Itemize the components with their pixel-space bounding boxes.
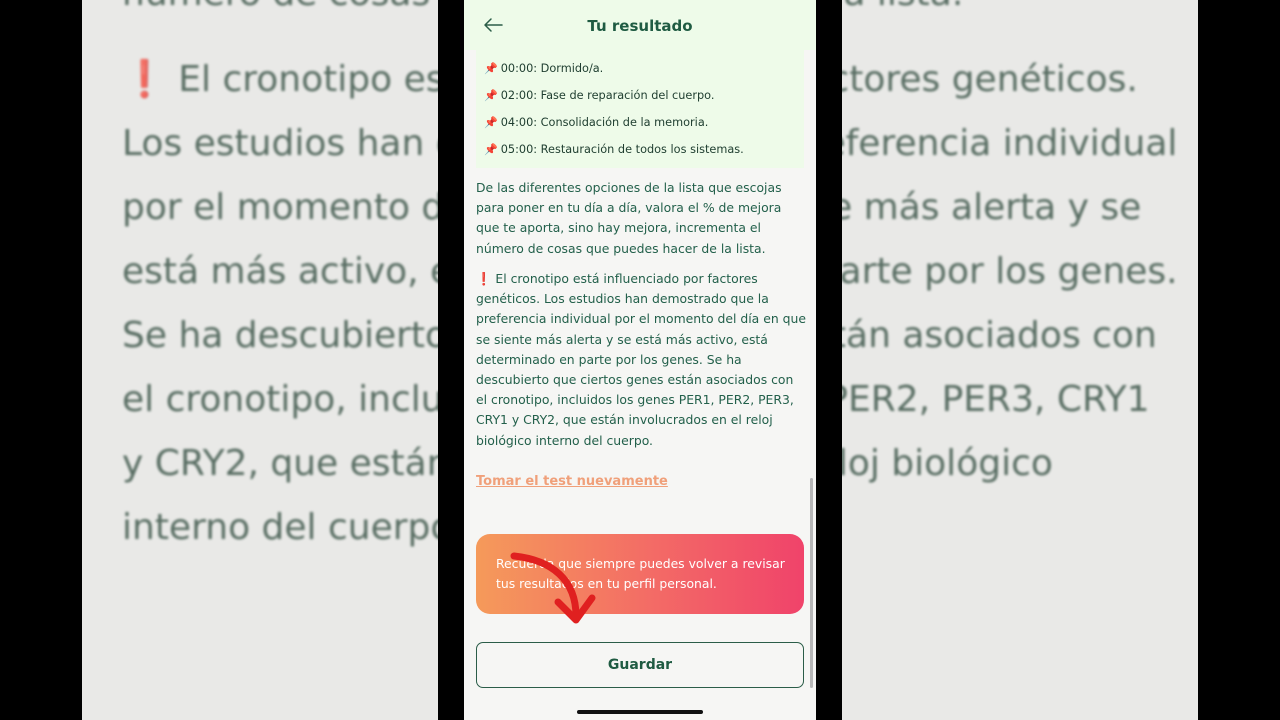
curved-arrow-icon [510,552,596,624]
pushpin-icon: 📌 [484,62,498,75]
phone-frame: Tu resultado 📌 00:00: Dormido/a. 📌 02:00: … [438,0,842,720]
save-button[interactable]: Guardar [476,642,804,688]
retake-test-link[interactable]: Tomar el test nuevamente [476,474,668,489]
page-title: Tu resultado [587,17,693,35]
reminder-banner: Recuerda que siempre puedes volver a rev… [476,534,804,624]
home-indicator[interactable] [577,710,703,714]
chronotype-paragraph: ❗ El cronotipo está influenciado por fac… [476,269,806,451]
chronotype-paragraph-text: El cronotipo está influenciado por facto… [476,271,806,448]
pushpin-icon: 📌 [484,116,498,129]
app-screen: Tu resultado 📌 00:00: Dormido/a. 📌 02:00: … [464,0,816,720]
pushpin-icon: 📌 [484,143,498,156]
exclamation-icon: ❗ [476,271,492,286]
exclamation-icon: ❗ [122,59,167,100]
schedule-list: 📌 00:00: Dormido/a. 📌 02:00: Fase de repar… [476,50,804,168]
schedule-item: 📌 04:00: Consolidación de la memoria. [484,116,709,129]
schedule-item: 📌 02:00: Fase de reparación del cuerpo. [484,89,715,102]
schedule-item: 📌 00:00: Dormido/a. [484,62,604,75]
advice-paragraph: De las diferentes opciones de la lista q… [476,180,782,256]
scrollbar[interactable] [810,478,813,688]
top-bar: Tu resultado [464,0,816,50]
schedule-item: 📌 05:00: Restauración de todos los sistem… [484,143,744,156]
pushpin-icon: 📌 [484,89,498,102]
